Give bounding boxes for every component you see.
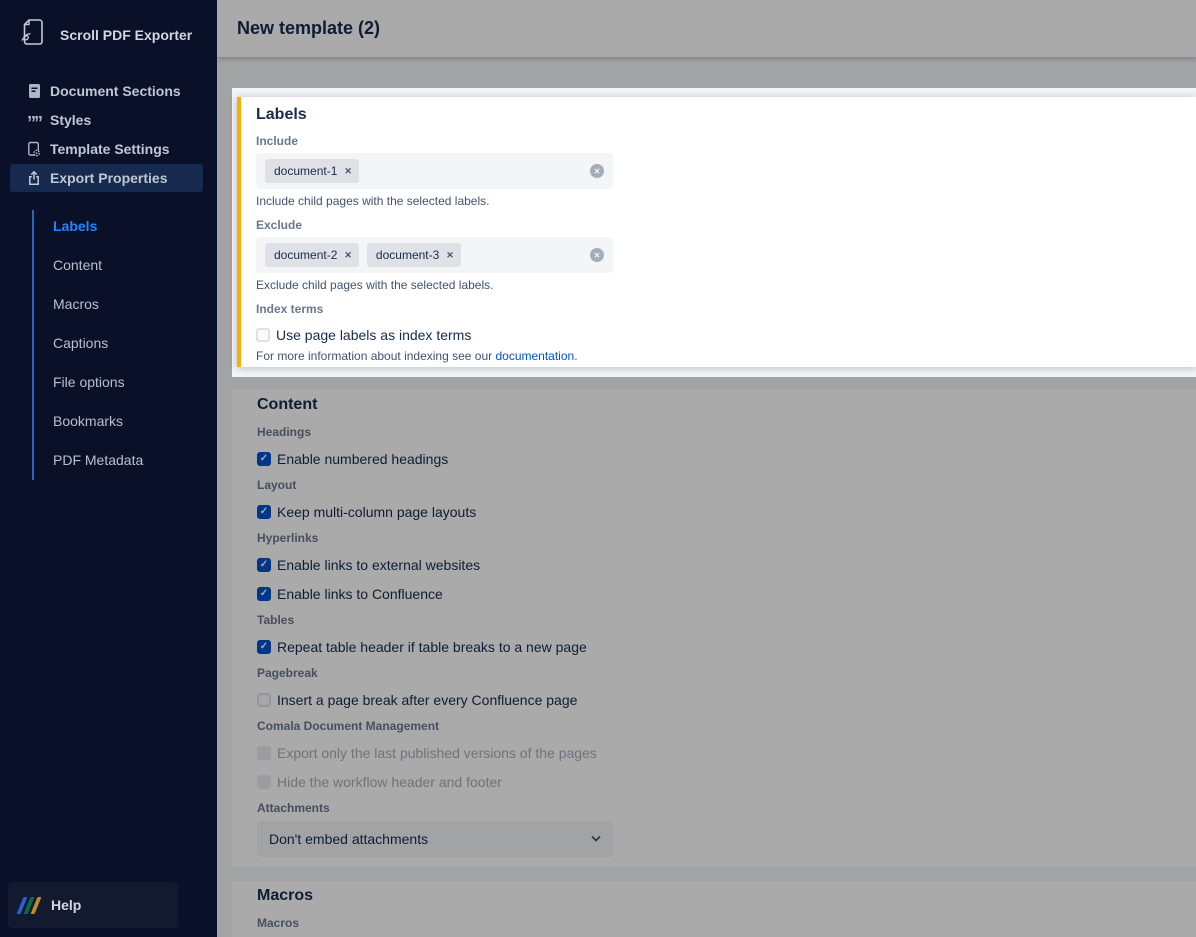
headings-group-label: Headings (257, 426, 1176, 439)
index-terms-footnote: For more information about indexing see … (256, 349, 1176, 363)
label-chip[interactable]: document-3 (367, 243, 461, 267)
clear-exclude-field-icon[interactable] (590, 248, 604, 262)
labels-card: Labels Include document-1 Include child … (237, 97, 1196, 367)
help-button[interactable]: Help (8, 882, 178, 928)
document-gear-icon (27, 141, 41, 157)
checkbox-row: Hide the workflow header and footer (257, 773, 1176, 790)
exclude-label: Exclude (256, 219, 1176, 232)
hyperlinks-group-label: Hyperlinks (257, 532, 1176, 545)
sidebar-item-styles[interactable]: ”” Styles (10, 106, 203, 134)
template-settings-page: Labels Include document-1 Include child … (217, 57, 1196, 937)
tables-group-label: Tables (257, 614, 1176, 627)
labels-section-spotlight: Labels Include document-1 Include child … (232, 88, 1196, 377)
include-helper-text: Include child pages with the selected la… (256, 194, 1176, 208)
use-page-labels-checkbox[interactable] (256, 328, 270, 342)
export-icon (27, 170, 41, 186)
checkbox-row: Enable links to external websites (257, 556, 1176, 573)
content-section-title: Content (257, 395, 1176, 414)
help-label: Help (51, 897, 81, 913)
checkbox-row: Repeat table header if table breaks to a… (257, 638, 1176, 655)
include-label: Include (256, 135, 1176, 148)
attachments-select[interactable]: Don't embed attachments (257, 821, 614, 857)
attachments-group-label: Attachments (257, 802, 1176, 815)
content-card: Content Headings Enable numbered heading… (232, 390, 1196, 866)
page-break-checkbox[interactable] (257, 693, 271, 707)
sidebar-nav: Document Sections ”” Styles Template Set… (0, 77, 217, 479)
page-header: New template (2) (217, 0, 1196, 57)
exclude-labels-input[interactable]: document-2 document-3 (256, 237, 613, 273)
sidebar: Scroll PDF Exporter Document Sections ””… (0, 0, 217, 937)
main-area: New template (2) Labels Include document… (217, 0, 1196, 937)
pdf-exporter-logo-icon (20, 17, 46, 52)
macros-group-label: Macros (257, 917, 1176, 930)
repeat-table-header-checkbox[interactable] (257, 640, 271, 654)
multi-column-checkbox[interactable] (257, 505, 271, 519)
page-title: New template (2) (237, 18, 380, 39)
clear-include-field-icon[interactable] (590, 164, 604, 178)
macros-section-title: Macros (257, 886, 1176, 905)
checkbox-row: Enable links to Confluence (257, 585, 1176, 602)
export-properties-subnav: Labels Content Macros Captions File opti… (0, 206, 217, 479)
checkbox-row: Export only the last published versions … (257, 744, 1176, 761)
quotes-icon: ”” (27, 112, 41, 128)
k15t-logo-icon (17, 897, 42, 914)
sidebar-item-export-properties[interactable]: Export Properties (10, 164, 203, 192)
labels-section-title: Labels (256, 105, 1176, 124)
pagebreak-group-label: Pagebreak (257, 667, 1176, 680)
checkbox-row: Keep multi-column page layouts (257, 503, 1176, 520)
comala-group-label: Comala Document Management (257, 720, 1176, 733)
label-chip[interactable]: document-1 (265, 159, 359, 183)
external-links-checkbox[interactable] (257, 558, 271, 572)
hide-workflow-header-checkbox (257, 775, 271, 789)
exclude-helper-text: Exclude child pages with the selected la… (256, 278, 1176, 292)
label-chip[interactable]: document-2 (265, 243, 359, 267)
checkbox-row: Insert a page break after every Confluen… (257, 691, 1176, 708)
chevron-down-icon (590, 835, 602, 843)
subnav-connector-line (32, 210, 34, 480)
documentation-link[interactable]: documentation (495, 349, 574, 363)
include-labels-input[interactable]: document-1 (256, 153, 613, 189)
layout-group-label: Layout (257, 479, 1176, 492)
last-published-versions-checkbox (257, 746, 271, 760)
confluence-links-checkbox[interactable] (257, 587, 271, 601)
sidebar-item-document-sections[interactable]: Document Sections (10, 77, 203, 105)
document-sections-icon (27, 83, 41, 99)
sidebar-item-template-settings[interactable]: Template Settings (10, 135, 203, 163)
checkbox-row: Use page labels as index terms (256, 326, 1176, 343)
macros-card: Macros Macros (232, 881, 1196, 937)
app-logo-row: Scroll PDF Exporter (0, 0, 217, 52)
checkbox-row: Enable numbered headings (257, 450, 1176, 467)
app-title: Scroll PDF Exporter (60, 27, 192, 43)
app-window: Scroll PDF Exporter Document Sections ””… (0, 0, 1196, 937)
numbered-headings-checkbox[interactable] (257, 452, 271, 466)
index-terms-label: Index terms (256, 303, 1176, 316)
